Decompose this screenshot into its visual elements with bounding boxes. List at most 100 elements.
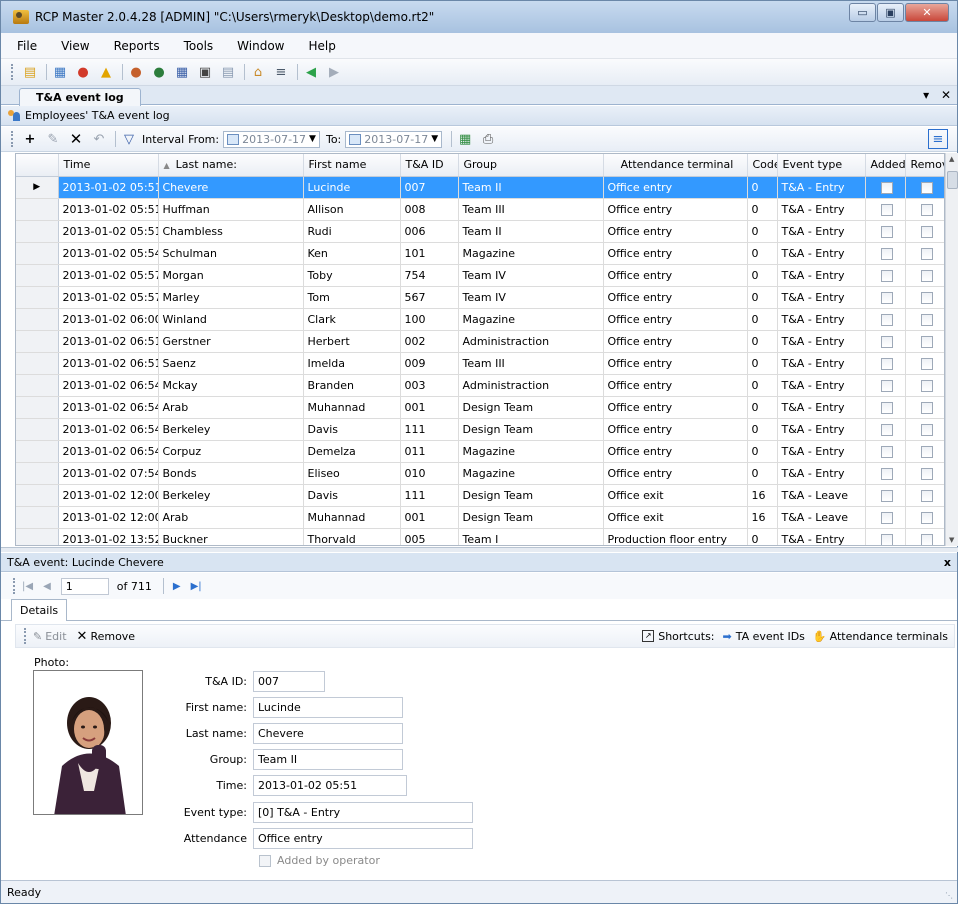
row-header[interactable] [16,462,59,485]
cell-last-name[interactable]: Berkeley [158,484,304,507]
column-header-ta-id[interactable]: T&A ID [400,154,459,177]
cell-time[interactable]: 2013-01-02 05:51 [58,176,159,199]
menu-window[interactable]: Window [223,39,294,53]
removed-checkbox[interactable] [920,533,933,545]
interval-label[interactable]: Interval [142,133,184,146]
cell-ta-id[interactable]: 754 [400,264,459,287]
cell-event-type[interactable]: T&A - Entry [777,396,866,419]
open-folder-icon[interactable]: ▤ [20,62,40,82]
row-header[interactable]: ▶ [16,176,59,199]
column-header-event-type[interactable]: Event type [777,154,866,177]
event-type-field[interactable]: [0] T&A - Entry [253,802,473,823]
table-row[interactable]: 2013-01-02 06:54 Mckay Branden 003 Administr… [16,374,944,397]
cell-time[interactable]: 2013-01-02 05:54 [58,242,159,265]
cell-code[interactable]: 0 [747,286,778,309]
cell-ta-id[interactable]: 111 [400,418,459,441]
scroll-up-icon[interactable]: ▲ [949,155,954,163]
maximize-button[interactable]: ▣ [877,3,904,22]
table-row[interactable]: 2013-01-02 06:51 Gerstner Herbert 002 Admini… [16,330,944,353]
attendance-field[interactable]: Office entry [253,828,473,849]
cell-ta-id[interactable]: 111 [400,484,459,507]
edit-icon[interactable]: ✎ [43,129,63,149]
cell-ta-id[interactable]: 001 [400,396,459,419]
added-checkbox[interactable] [880,203,893,216]
cell-first-name[interactable]: Thorvald [303,528,401,545]
cell-group[interactable]: Team II [458,220,604,243]
cell-last-name[interactable]: Chambless [158,220,304,243]
cell-group[interactable]: Design Team [458,506,604,529]
group-field[interactable]: Team II [253,749,403,770]
cell-code[interactable]: 0 [747,264,778,287]
added-checkbox[interactable] [880,423,893,436]
cell-ta-id[interactable]: 001 [400,506,459,529]
cell-first-name[interactable]: Tom [303,286,401,309]
cell-event-type[interactable]: T&A - Entry [777,220,866,243]
cell-first-name[interactable]: Imelda [303,352,401,375]
row-header[interactable] [16,242,59,265]
cell-ta-id[interactable]: 011 [400,440,459,463]
cell-time[interactable]: 2013-01-02 07:54 [58,462,159,485]
added-by-operator-checkbox[interactable]: Added by operator [259,854,380,867]
cell-code[interactable]: 0 [747,374,778,397]
cell-last-name[interactable]: Huffman [158,198,304,221]
cell-ta-id[interactable]: 003 [400,374,459,397]
row-header[interactable] [16,264,59,287]
cell-group[interactable]: Team III [458,352,604,375]
cell-first-name[interactable]: Clark [303,308,401,331]
removed-checkbox[interactable] [920,357,933,370]
last-record-icon[interactable]: ▶| [191,581,202,592]
row-header[interactable] [16,308,59,331]
cell-time[interactable]: 2013-01-02 12:00 [58,506,159,529]
cell-group[interactable]: Magazine [458,242,604,265]
cell-time[interactable]: 2013-01-02 06:00 [58,308,159,331]
table-row[interactable]: 2013-01-02 05:54 Schulman Ken 101 Magazine Of… [16,242,944,265]
minimize-button[interactable]: ▭ [849,3,876,22]
removed-checkbox[interactable] [920,511,933,524]
added-checkbox[interactable] [880,511,893,524]
row-header[interactable] [16,528,59,545]
column-header-group[interactable]: Group [458,154,604,177]
cell-event-type[interactable]: T&A - Entry [777,264,866,287]
removed-checkbox[interactable] [920,335,933,348]
cell-event-type[interactable]: T&A - Entry [777,528,866,545]
cell-last-name[interactable]: Marley [158,286,304,309]
cell-code[interactable]: 0 [747,330,778,353]
row-header[interactable] [16,506,59,529]
removed-checkbox[interactable] [920,291,933,304]
cell-attendance-terminal[interactable]: Office entry [603,396,748,419]
cell-ta-id[interactable]: 002 [400,330,459,353]
cell-last-name[interactable]: Arab [158,506,304,529]
cell-time[interactable]: 2013-01-02 06:54 [58,374,159,397]
tab-details[interactable]: Details [11,599,68,621]
calendar-icon[interactable]: ▦ [172,62,192,82]
added-checkbox[interactable] [880,291,893,304]
cell-last-name[interactable]: Bonds [158,462,304,485]
cell-code[interactable]: 0 [747,440,778,463]
cell-ta-id[interactable]: 010 [400,462,459,485]
column-header-removed[interactable]: Remov [905,154,944,177]
cell-ta-id[interactable]: 005 [400,528,459,545]
cell-code[interactable]: 0 [747,308,778,331]
cell-attendance-terminal[interactable]: Office entry [603,462,748,485]
cell-time[interactable]: 2013-01-02 13:52 [58,528,159,545]
toolbar-grip[interactable] [11,64,14,80]
print-icon[interactable]: ⎙ [478,129,498,149]
cell-ta-id[interactable]: 008 [400,198,459,221]
cell-attendance-terminal[interactable]: Office entry [603,418,748,441]
table-row[interactable]: 2013-01-02 06:51 Saenz Imelda 009 Team III Of… [16,352,944,375]
added-checkbox[interactable] [880,269,893,282]
time-field[interactable]: 2013-01-02 05:51 [253,775,407,796]
cell-ta-id[interactable]: 567 [400,286,459,309]
previous-record-icon[interactable]: ◀ [43,581,51,592]
employees-icon[interactable]: ● [126,62,146,82]
cell-group[interactable]: Team I [458,528,604,545]
added-checkbox[interactable] [880,489,893,502]
row-header[interactable] [16,418,59,441]
cell-last-name[interactable]: Saenz [158,352,304,375]
stop-icon[interactable]: ● [73,62,93,82]
cell-event-type[interactable]: T&A - Entry [777,440,866,463]
ta-id-field[interactable]: 007 [253,671,325,692]
added-checkbox[interactable] [880,313,893,326]
cell-event-type[interactable]: T&A - Leave [777,506,866,529]
cell-ta-id[interactable]: 100 [400,308,459,331]
